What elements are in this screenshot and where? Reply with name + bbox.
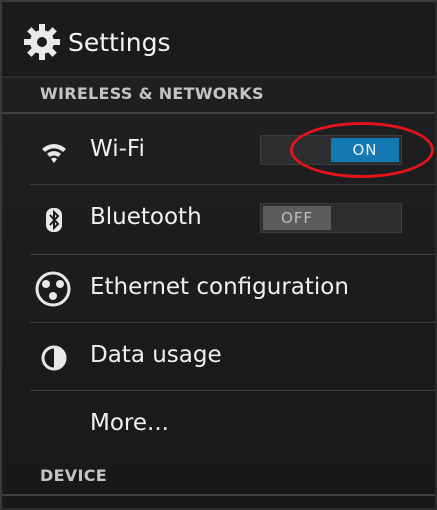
data-usage-icon — [41, 345, 67, 371]
bluetooth-toggle-thumb: OFF — [263, 206, 331, 230]
bluetooth-label: Bluetooth — [90, 204, 202, 230]
settings-item-ethernet[interactable]: Ethernet configuration — [2, 256, 435, 322]
settings-item-data-usage[interactable]: Data usage — [2, 324, 435, 390]
section-header-device: DEVICE — [2, 460, 435, 496]
section-label-wireless: WIRELESS & NETWORKS — [40, 84, 264, 103]
bluetooth-toggle[interactable]: OFF — [260, 203, 402, 233]
annotation-circle — [290, 122, 434, 178]
action-bar: Settings — [2, 2, 435, 78]
settings-item-more[interactable]: More... — [2, 392, 435, 458]
section-label-device: DEVICE — [40, 466, 108, 485]
bluetooth-icon — [46, 208, 62, 232]
divider — [30, 322, 435, 323]
data-usage-label: Data usage — [90, 342, 222, 368]
divider — [30, 390, 435, 391]
wifi-icon — [42, 144, 66, 163]
divider — [30, 254, 435, 255]
gear-icon[interactable] — [22, 22, 62, 62]
section-header-wireless: WIRELESS & NETWORKS — [2, 78, 435, 114]
more-label: More... — [90, 410, 169, 436]
settings-item-bluetooth[interactable]: Bluetooth OFF — [2, 186, 435, 252]
app-title: Settings — [68, 28, 171, 57]
divider — [30, 184, 435, 185]
ethernet-icon — [35, 271, 71, 307]
ethernet-label: Ethernet configuration — [90, 274, 349, 300]
wifi-label: Wi-Fi — [90, 136, 145, 162]
